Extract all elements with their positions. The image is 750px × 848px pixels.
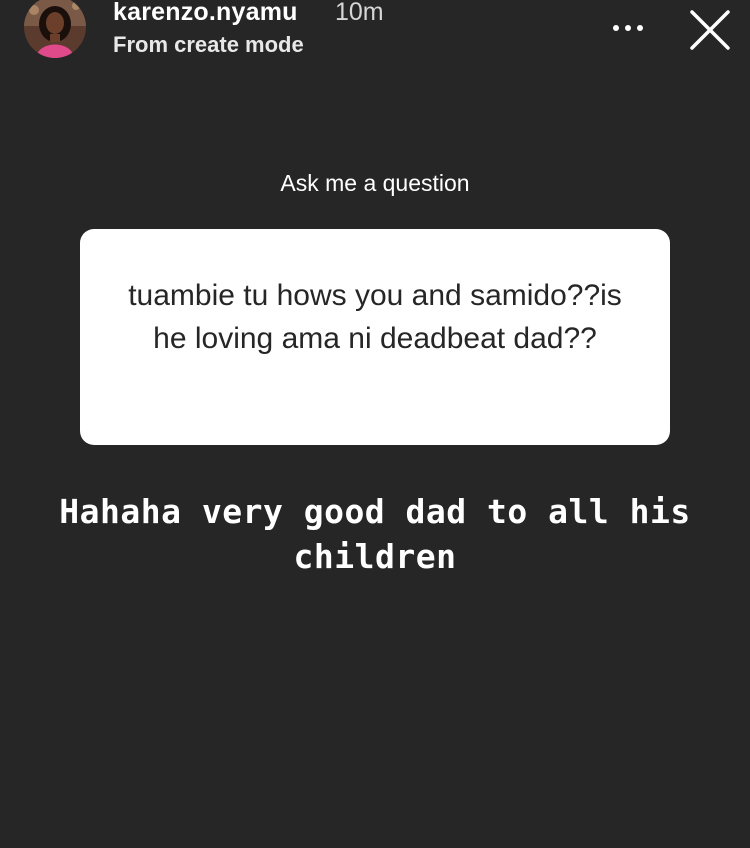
reply-text: Hahaha very good dad to all his children <box>59 492 691 576</box>
story-subtitle: From create mode <box>113 32 304 57</box>
close-button[interactable] <box>684 4 736 56</box>
username[interactable]: karenzo.nyamu <box>113 0 298 27</box>
question-sticker[interactable]: tuambie tu hows you and samido??is he lo… <box>80 229 670 445</box>
question-text: tuambie tu hows you and samido??is he lo… <box>128 279 622 355</box>
close-icon <box>690 10 730 50</box>
question-sticker-label: Ask me a question <box>280 170 470 196</box>
avatar[interactable] <box>24 0 86 58</box>
story-viewer[interactable]: karenzo.nyamu 10m From create mode Ask m… <box>0 0 750 848</box>
more-horizontal-icon <box>613 25 643 31</box>
more-options-button[interactable] <box>606 10 652 46</box>
story-header: karenzo.nyamu 10m From create mode <box>0 0 750 72</box>
post-time: 10m <box>335 0 384 26</box>
